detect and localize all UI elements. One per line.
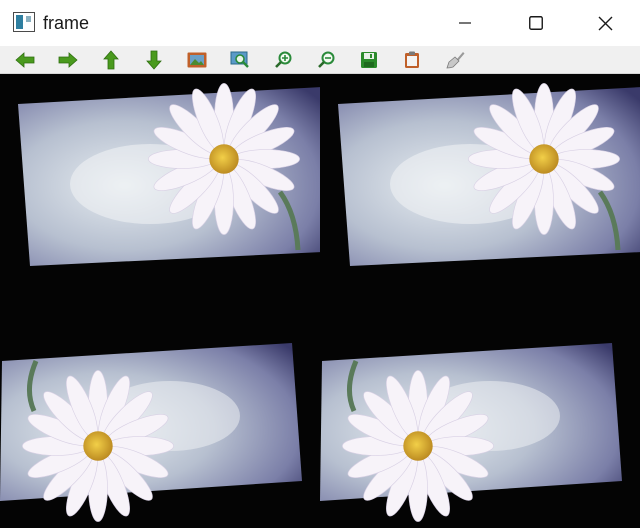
title-bar: frame bbox=[0, 0, 640, 46]
zoom-out-icon bbox=[318, 51, 335, 68]
zoom-in-button[interactable] bbox=[272, 50, 294, 70]
maximize-button[interactable] bbox=[501, 0, 571, 46]
close-icon bbox=[598, 16, 612, 30]
pan-right-button[interactable] bbox=[57, 50, 79, 70]
save-icon bbox=[361, 52, 377, 68]
image-canvas[interactable] bbox=[0, 74, 640, 528]
pan-left-button[interactable] bbox=[14, 50, 36, 70]
frame-tile-top-right bbox=[320, 74, 640, 301]
frame-tile-top-left bbox=[0, 74, 320, 301]
arrow-left-icon bbox=[15, 52, 35, 68]
app-icon bbox=[13, 12, 35, 32]
zoom-original-button[interactable] bbox=[186, 50, 208, 70]
pan-up-button[interactable] bbox=[100, 50, 122, 70]
toolbar bbox=[0, 46, 640, 74]
brush-icon bbox=[446, 52, 465, 69]
zoom-fit-button[interactable] bbox=[229, 50, 251, 70]
frame-tile-bottom-right bbox=[320, 301, 640, 528]
minimize-button[interactable] bbox=[430, 0, 500, 46]
frame-tile-bottom-left bbox=[0, 301, 320, 528]
zoom-fit-icon bbox=[230, 51, 249, 68]
copy-button[interactable] bbox=[401, 50, 423, 70]
maximize-icon bbox=[529, 16, 543, 30]
properties-button[interactable] bbox=[444, 50, 466, 70]
arrow-down-icon bbox=[146, 50, 162, 70]
clipboard-icon bbox=[405, 51, 419, 68]
pan-down-button[interactable] bbox=[143, 50, 165, 70]
picture-icon bbox=[187, 52, 207, 68]
close-button[interactable] bbox=[570, 0, 640, 46]
zoom-out-button[interactable] bbox=[315, 50, 337, 70]
zoom-in-icon bbox=[275, 51, 292, 68]
arrow-up-icon bbox=[103, 50, 119, 70]
arrow-right-icon bbox=[58, 52, 78, 68]
save-button[interactable] bbox=[358, 50, 380, 70]
minimize-icon bbox=[459, 22, 471, 24]
window-title: frame bbox=[43, 13, 90, 33]
